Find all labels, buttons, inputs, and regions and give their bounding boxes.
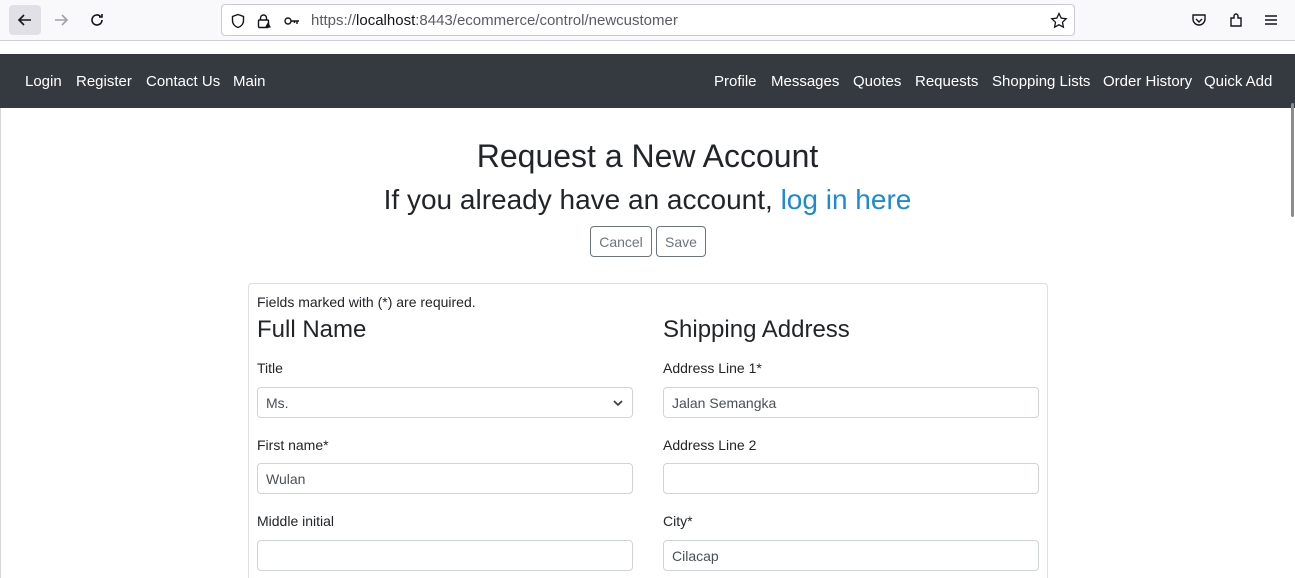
- nav-quick-add[interactable]: Quick Add: [1204, 73, 1272, 90]
- page-subtitle: If you already have an account, log in h…: [383, 184, 912, 215]
- nav-login[interactable]: Login: [25, 73, 62, 90]
- title-select[interactable]: Ms.: [257, 387, 633, 418]
- menu-icon[interactable]: [1261, 10, 1281, 30]
- nav-profile[interactable]: Profile: [714, 73, 757, 90]
- key-icon[interactable]: [283, 12, 301, 30]
- address-bar[interactable]: https://localhost:8443/ecommerce/control…: [221, 4, 1075, 36]
- title-select-value: Ms.: [266, 394, 289, 411]
- city-field[interactable]: Cilacap: [663, 540, 1039, 571]
- site-navbar: Login Register Contact Us Main Profile M…: [0, 54, 1295, 108]
- cancel-button[interactable]: Cancel: [590, 226, 652, 257]
- nav-requests[interactable]: Requests: [915, 73, 978, 90]
- address-line-1-label: Address Line 1*: [663, 360, 762, 376]
- extensions-icon[interactable]: [1226, 10, 1246, 30]
- nav-messages[interactable]: Messages: [771, 73, 839, 90]
- shield-icon[interactable]: [229, 12, 247, 30]
- nav-main[interactable]: Main: [233, 73, 266, 90]
- city-label: City*: [663, 513, 693, 529]
- title-label: Title: [257, 360, 283, 376]
- first-name-label: First name*: [257, 437, 329, 453]
- page-border: [0, 108, 1, 578]
- nav-register[interactable]: Register: [76, 73, 132, 90]
- nav-contact-us[interactable]: Contact Us: [146, 73, 220, 90]
- back-arrow-icon: [17, 14, 31, 26]
- forward-arrow-icon: [55, 14, 69, 26]
- nav-order-history[interactable]: Order History: [1103, 73, 1192, 90]
- chevron-down-icon: [612, 397, 624, 409]
- address-line-2-field[interactable]: [663, 463, 1039, 494]
- first-name-field[interactable]: Wulan: [257, 463, 633, 494]
- full-name-heading: Full Name: [257, 316, 367, 343]
- nav-shopping-lists[interactable]: Shopping Lists: [992, 73, 1090, 90]
- nav-quotes[interactable]: Quotes: [853, 73, 901, 90]
- star-icon[interactable]: [1050, 12, 1068, 30]
- reload-icon: [91, 14, 103, 26]
- new-account-form: [248, 283, 1048, 578]
- url-text[interactable]: https://localhost:8443/ecommerce/control…: [311, 12, 678, 29]
- required-note: Fields marked with (*) are required.: [257, 294, 476, 310]
- address-line-1-field[interactable]: Jalan Semangka: [663, 387, 1039, 418]
- page-title: Request a New Account: [476, 138, 819, 174]
- reload-button[interactable]: [81, 5, 113, 35]
- lock-warning-icon[interactable]: [255, 12, 273, 30]
- middle-initial-label: Middle initial: [257, 513, 335, 529]
- login-link[interactable]: log in here: [781, 184, 912, 215]
- browser-toolbar: https://localhost:8443/ecommerce/control…: [0, 0, 1295, 41]
- address-line-2-label: Address Line 2: [663, 437, 757, 453]
- save-button[interactable]: Save: [656, 226, 706, 257]
- shipping-address-heading: Shipping Address: [663, 316, 850, 343]
- pocket-icon[interactable]: [1189, 10, 1209, 30]
- back-button[interactable]: [9, 5, 41, 35]
- forward-button[interactable]: [45, 5, 77, 35]
- middle-initial-field[interactable]: [257, 540, 633, 571]
